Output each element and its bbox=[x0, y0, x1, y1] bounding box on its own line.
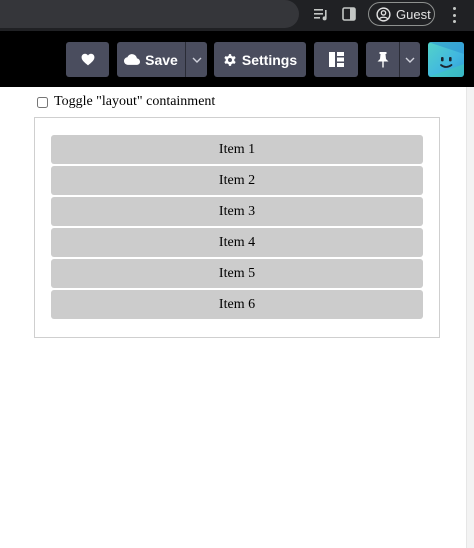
containment-toggle[interactable]: Toggle "layout" containment bbox=[37, 94, 215, 110]
reading-list-icon[interactable] bbox=[312, 5, 330, 23]
browser-chrome: Guest bbox=[0, 0, 474, 31]
layout-button[interactable] bbox=[314, 42, 358, 77]
pin-options-dropdown[interactable] bbox=[399, 42, 420, 77]
save-label: Save bbox=[145, 51, 178, 68]
list-item: Item 6 bbox=[51, 290, 423, 319]
list-item: Item 3 bbox=[51, 197, 423, 226]
list-item: Item 5 bbox=[51, 259, 423, 288]
chevron-down-icon bbox=[192, 57, 201, 63]
app-toolbar: Save Settings bbox=[0, 31, 474, 87]
address-bar[interactable] bbox=[0, 0, 299, 28]
chevron-down-icon bbox=[405, 57, 415, 63]
settings-label: Settings bbox=[241, 51, 298, 68]
profile-button[interactable]: Guest bbox=[368, 2, 435, 26]
settings-button[interactable]: Settings bbox=[214, 42, 306, 77]
account-circle-icon bbox=[376, 6, 391, 22]
side-panel-icon[interactable] bbox=[340, 5, 358, 23]
pin-button[interactable] bbox=[366, 42, 399, 77]
heart-icon bbox=[81, 53, 94, 66]
smiley-avatar-icon bbox=[428, 42, 464, 77]
list-item: Item 2 bbox=[51, 166, 423, 195]
list-item: Item 1 bbox=[51, 135, 423, 164]
layout-grid-icon bbox=[328, 52, 344, 67]
favorite-button[interactable] bbox=[66, 42, 109, 77]
save-options-dropdown[interactable] bbox=[185, 42, 207, 77]
list-item: Item 4 bbox=[51, 228, 423, 257]
save-button[interactable]: Save bbox=[117, 42, 185, 77]
containment-checkbox[interactable] bbox=[37, 96, 48, 108]
pin-icon bbox=[377, 51, 388, 67]
containment-toggle-label: Toggle "layout" containment bbox=[54, 94, 216, 109]
user-avatar[interactable] bbox=[428, 42, 464, 77]
vertical-scrollbar[interactable] bbox=[466, 87, 474, 548]
cloud-icon bbox=[124, 54, 141, 65]
items-container: Item 1 Item 2 Item 3 Item 4 Item 5 Item … bbox=[34, 117, 440, 338]
more-menu-icon[interactable] bbox=[449, 7, 459, 23]
profile-label: Guest bbox=[396, 6, 431, 22]
gear-icon bbox=[224, 53, 236, 66]
